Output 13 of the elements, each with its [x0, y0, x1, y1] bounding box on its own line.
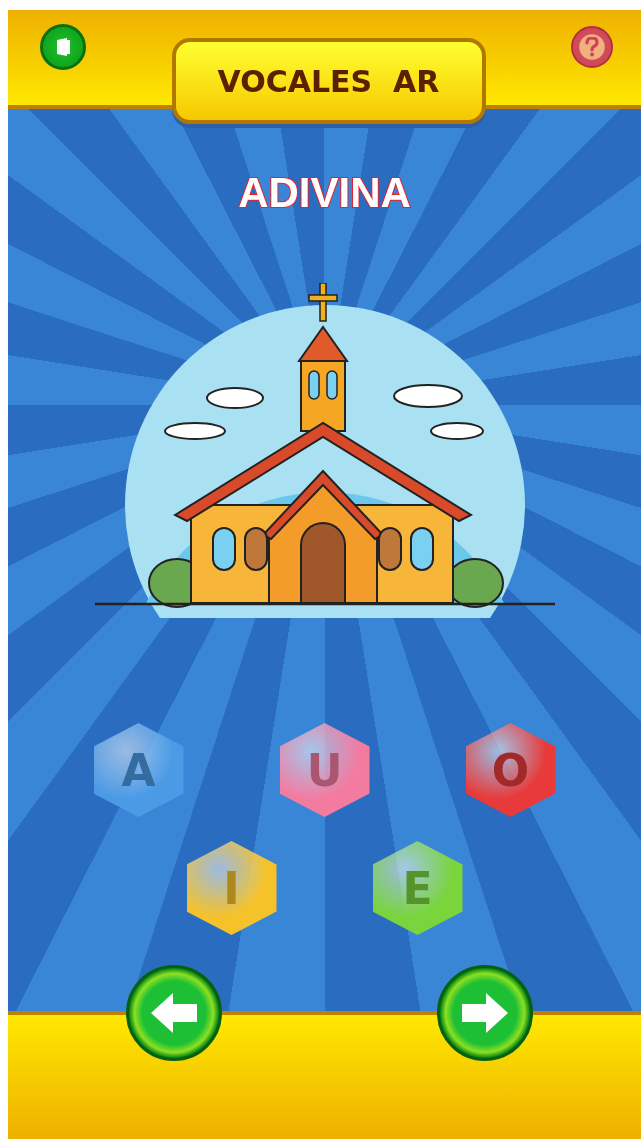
left-arrow-icon [149, 991, 199, 1035]
help-button[interactable] [571, 26, 613, 68]
question-mark-icon [585, 37, 599, 57]
prompt-text: ADIVINA [238, 169, 411, 217]
vowel-tile[interactable]: A [93, 723, 184, 817]
exit-button[interactable] [40, 24, 86, 70]
vowel-tile[interactable]: I [186, 841, 277, 935]
right-arrow-icon [460, 991, 510, 1035]
vowel-tile[interactable]: U [279, 723, 370, 817]
vowel-tile[interactable]: O [465, 723, 556, 817]
game-title: VOCALES AR [217, 63, 440, 99]
vowel-tile[interactable]: E [372, 841, 463, 935]
door-icon [55, 38, 71, 56]
